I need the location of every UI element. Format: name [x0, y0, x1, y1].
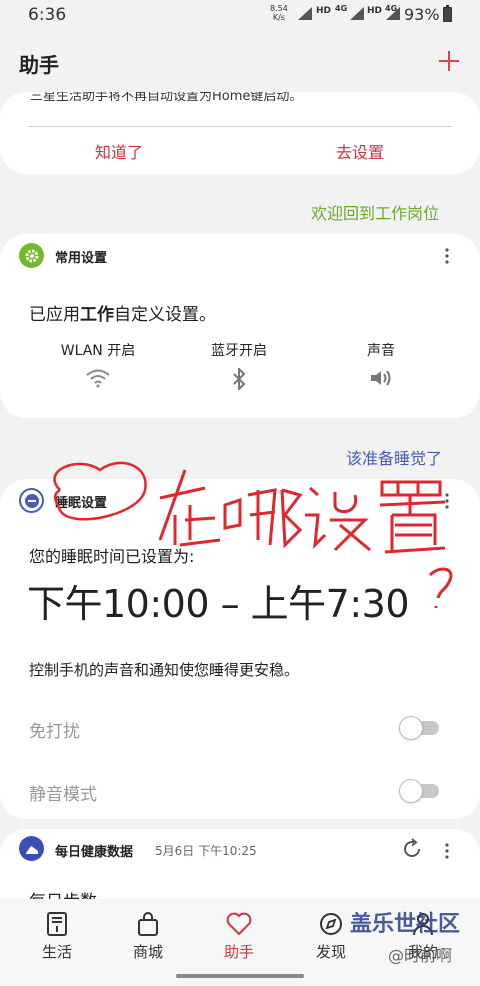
card-title: 每日健康数据: [55, 845, 134, 860]
more-vert-icon: [445, 493, 449, 509]
gear-icon: [19, 243, 44, 268]
more-options-button[interactable]: [444, 843, 450, 859]
sleep-description: 控制手机的声音和通知使您睡得更安稳。: [29, 661, 300, 679]
signal-icon: [350, 7, 364, 20]
dismiss-button[interactable]: 知道了: [95, 139, 143, 163]
compass-icon: [320, 913, 342, 935]
watermark-user: @时前啊: [388, 946, 453, 965]
dnd-toggle[interactable]: [399, 716, 439, 740]
health-timestamp: 5月6日 下午10:25: [155, 844, 257, 858]
sleep-time-label: 您的睡眠时间已设置为:: [29, 547, 195, 566]
app-header: 助手: [0, 44, 480, 80]
home-indicator: [176, 974, 304, 978]
network-speed: 8.54 K/s: [270, 4, 288, 22]
wlan-quick-setting[interactable]: WLAN 开启: [38, 340, 158, 392]
more-vert-icon: [445, 843, 449, 859]
watermark-brand: 盖乐世社区: [350, 912, 461, 937]
nav-assistant[interactable]: 助手: [199, 911, 279, 962]
nav-store[interactable]: 商城: [108, 911, 188, 962]
refresh-button[interactable]: [400, 837, 424, 861]
more-vert-icon: [445, 248, 449, 264]
shopping-bag-icon: [138, 912, 158, 936]
page-title: 助手: [19, 53, 59, 77]
status-bar: 6:36 8.54 K/s HD 4G HD 4G 93%: [0, 0, 480, 30]
signal-icon: [298, 7, 312, 20]
work-section-link[interactable]: 欢迎回到工作岗位: [311, 200, 439, 224]
book-icon: [47, 912, 67, 936]
battery-percent: 93%: [404, 5, 440, 24]
plus-icon: [439, 51, 459, 71]
sleep-time-range: 下午10:00 – 上午7:30: [27, 582, 410, 626]
volume-icon: [371, 370, 391, 386]
go-settings-button[interactable]: 去设置: [336, 139, 384, 163]
general-settings-card: 常用设置 已应用工作自定义设置。 WLAN 开启 蓝牙开启 声音: [0, 234, 480, 418]
notice-message: 三星生活助手将不再自动设置为Home键启动。: [30, 92, 303, 104]
more-options-button[interactable]: [444, 493, 450, 509]
mute-toggle-row: 静音模式: [29, 776, 449, 806]
do-not-disturb-icon: [19, 488, 44, 513]
shoe-icon: [19, 836, 44, 861]
signal-icon: [386, 7, 400, 20]
card-title: 常用设置: [55, 251, 108, 266]
dnd-label: 免打扰: [29, 722, 80, 742]
sound-quick-setting[interactable]: 声音: [321, 340, 441, 392]
more-options-button[interactable]: [444, 248, 450, 264]
dnd-toggle-row: 免打扰: [29, 713, 449, 743]
card-title: 睡眠设置: [55, 496, 108, 511]
notice-card: 三星生活助手将不再自动设置为Home键启动。 知道了 去设置: [0, 92, 480, 174]
sleep-settings-card: 睡眠设置 您的睡眠时间已设置为: 下午10:00 – 上午7:30 控制手机的声…: [0, 479, 480, 819]
mute-toggle[interactable]: [399, 779, 439, 803]
general-body-text: 已应用工作自定义设置。: [29, 305, 216, 325]
sleep-section-link[interactable]: 该准备睡觉了: [346, 445, 442, 469]
heart-icon: [226, 912, 252, 936]
battery-icon: [443, 5, 452, 22]
mute-label: 静音模式: [29, 785, 97, 805]
wifi-icon: [86, 369, 110, 388]
divider: [28, 126, 452, 127]
refresh-icon: [404, 838, 420, 857]
nav-life[interactable]: 生活: [17, 911, 97, 962]
add-button[interactable]: [438, 42, 460, 79]
status-time: 6:36: [28, 5, 67, 25]
bluetooth-icon: [233, 366, 246, 392]
bluetooth-quick-setting[interactable]: 蓝牙开启: [179, 340, 299, 392]
